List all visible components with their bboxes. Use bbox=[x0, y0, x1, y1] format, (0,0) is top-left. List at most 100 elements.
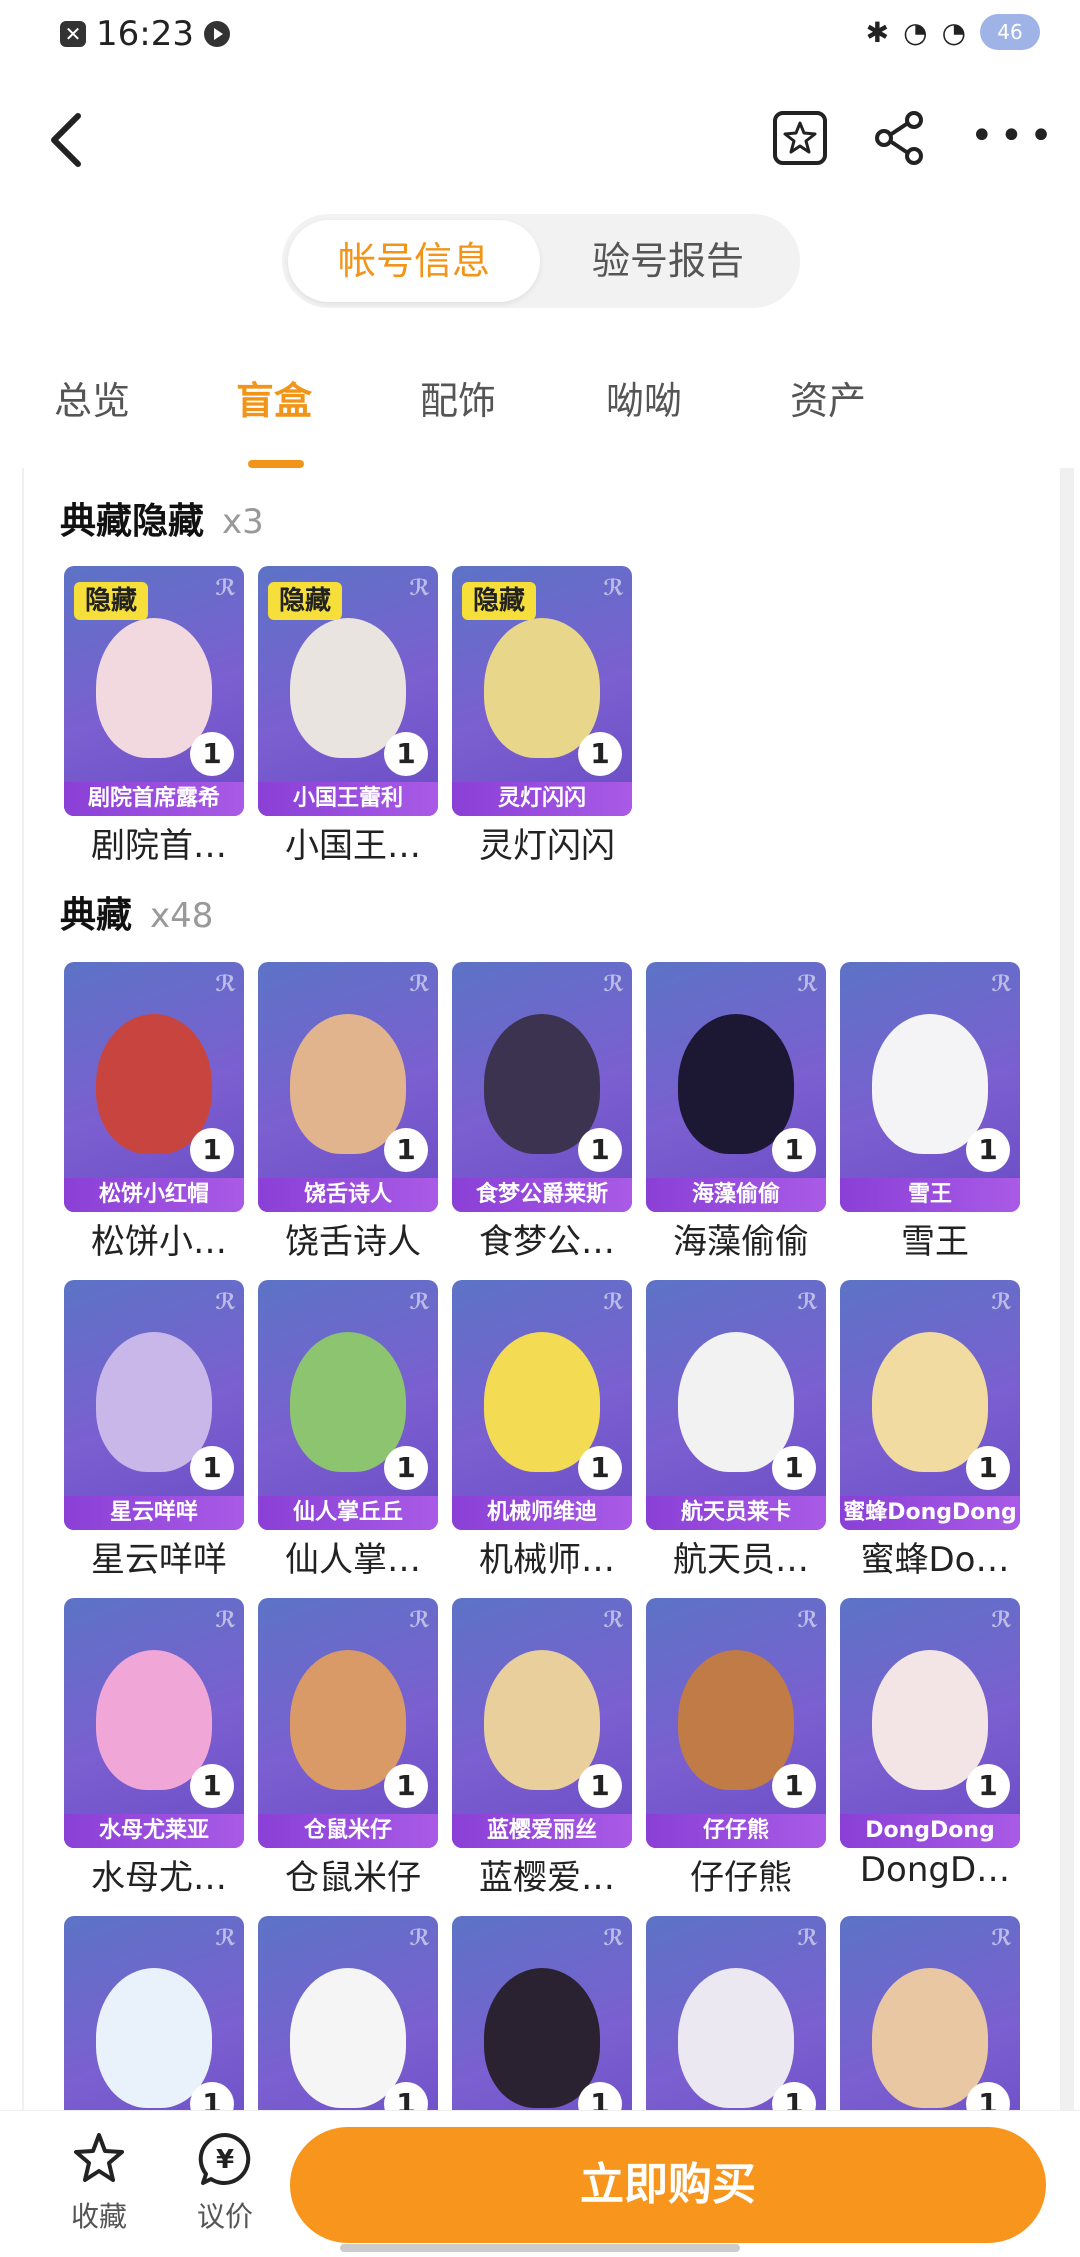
quantity-badge: 1 bbox=[578, 1764, 622, 1808]
star-icon bbox=[74, 2133, 124, 2182]
item-name: 蜜蜂Do… bbox=[860, 1540, 1010, 1580]
brand-logo-icon: ℛ bbox=[215, 1608, 236, 1633]
blind-box-thumbnail: ℛ 隐藏 1 小国王蕾利 bbox=[258, 566, 438, 816]
share-icon[interactable] bbox=[870, 108, 930, 168]
brand-logo-icon: ℛ bbox=[409, 1608, 430, 1633]
blind-box-thumbnail: ℛ1 bbox=[840, 1916, 1020, 2120]
name-ribbon: 仓鼠米仔 bbox=[258, 1814, 438, 1848]
brand-logo-icon: ℛ bbox=[603, 1926, 624, 1951]
brand-logo-icon: ℛ bbox=[409, 1290, 430, 1315]
item-name: 仓鼠米仔 bbox=[285, 1858, 421, 1898]
blind-box-thumbnail: ℛ1 bbox=[452, 1916, 632, 2120]
figure-image bbox=[484, 1014, 600, 1154]
home-indicator bbox=[340, 2244, 740, 2252]
buy-now-button[interactable]: 立即购买 bbox=[290, 2127, 1046, 2243]
segment-verify-report[interactable]: 验号报告 bbox=[542, 220, 794, 302]
favorite-button[interactable]: 收藏 bbox=[54, 2131, 144, 2235]
blind-box-card[interactable]: ℛ 隐藏 1 灵灯闪闪 灵灯闪闪 bbox=[452, 566, 632, 867]
figure-image bbox=[96, 618, 212, 758]
blind-box-thumbnail: ℛ 1 仓鼠米仔 bbox=[258, 1598, 438, 1848]
item-name: 机械师… bbox=[479, 1540, 615, 1580]
name-ribbon: 饶舌诗人 bbox=[258, 1178, 438, 1212]
item-name: 饶舌诗人 bbox=[285, 1222, 421, 1262]
blind-box-card[interactable]: ℛ 1 蓝樱爱丽丝 蓝樱爱… bbox=[452, 1598, 632, 1899]
brand-logo-icon: ℛ bbox=[991, 1290, 1012, 1315]
blind-box-card[interactable]: ℛ 隐藏 1 剧院首席露希 剧院首… bbox=[64, 566, 244, 867]
name-ribbon: 雪王 bbox=[840, 1178, 1020, 1212]
blind-box-card[interactable]: ℛ 1 雪王 雪王 bbox=[840, 962, 1020, 1263]
section-count: x3 bbox=[222, 502, 264, 542]
name-ribbon: 蓝樱爱丽丝 bbox=[452, 1814, 632, 1848]
blind-box-thumbnail: ℛ 1 航天员莱卡 bbox=[646, 1280, 826, 1530]
item-name: 星云咩咩 bbox=[91, 1540, 227, 1580]
blind-box-list[interactable]: 典藏隐藏 x3 ℛ 隐藏 1 剧院首席露希 剧院首… ℛ 隐藏 1 小国王蕾利 小国王… ℛ 隐藏 1 灵灯… bbox=[22, 468, 1074, 2120]
tab-blind-box[interactable]: 盲盒 bbox=[236, 370, 312, 425]
blind-box-card[interactable]: ℛ 1 海藻偷偷 海藻偷偷 bbox=[646, 962, 826, 1263]
item-name: DongD… bbox=[859, 1850, 1011, 1890]
blind-box-thumbnail: ℛ 1 雪王 bbox=[840, 962, 1020, 1212]
blind-box-card[interactable]: ℛ 1 仓鼠米仔 仓鼠米仔 bbox=[258, 1598, 438, 1899]
quantity-badge: 1 bbox=[578, 1128, 622, 1172]
blind-box-card[interactable]: ℛ 1 航天员莱卡 航天员… bbox=[646, 1280, 826, 1581]
blind-box-card[interactable]: ℛ 1 松饼小红帽 松饼小… bbox=[64, 962, 244, 1263]
item-name: 仔仔熊 bbox=[690, 1858, 792, 1898]
tab-youyou[interactable]: 呦呦 bbox=[606, 370, 682, 425]
status-time: 16:23 bbox=[96, 14, 194, 54]
bargain-label: 议价 bbox=[196, 2200, 253, 2233]
blind-box-thumbnail: ℛ 1 DongDong bbox=[840, 1598, 1020, 1848]
tab-overview[interactable]: 总览 bbox=[54, 370, 130, 425]
bargain-button[interactable]: ¥ 议价 bbox=[180, 2131, 270, 2235]
quantity-badge: 1 bbox=[966, 1446, 1010, 1490]
blind-box-card[interactable]: ℛ 1 饶舌诗人 饶舌诗人 bbox=[258, 962, 438, 1263]
more-icon[interactable]: ••• bbox=[970, 116, 1053, 186]
blind-box-card[interactable]: ℛ1 bbox=[840, 1916, 1020, 2120]
figure-image bbox=[678, 1014, 794, 1154]
blind-box-card[interactable]: ℛ 1 机械师维迪 机械师… bbox=[452, 1280, 632, 1581]
star-icon[interactable] bbox=[770, 108, 830, 168]
blind-box-card[interactable]: ℛ1 bbox=[64, 1916, 244, 2120]
name-ribbon: 剧院首席露希 bbox=[64, 782, 244, 816]
blind-box-thumbnail: ℛ 1 松饼小红帽 bbox=[64, 962, 244, 1212]
figure-image bbox=[96, 1332, 212, 1472]
blind-box-card[interactable]: ℛ1 bbox=[452, 1916, 632, 2120]
name-ribbon: 水母尤莱亚 bbox=[64, 1814, 244, 1848]
item-name: 海藻偷偷 bbox=[673, 1222, 809, 1262]
blind-box-thumbnail: ℛ 1 食梦公爵莱斯 bbox=[452, 962, 632, 1212]
figure-image bbox=[678, 1968, 794, 2108]
brand-logo-icon: ℛ bbox=[603, 1290, 624, 1315]
blind-box-card[interactable]: ℛ 1 食梦公爵莱斯 食梦公… bbox=[452, 962, 632, 1263]
blind-box-card[interactable]: ℛ 1 仙人掌丘丘 仙人掌… bbox=[258, 1280, 438, 1581]
segment-account-info[interactable]: 帐号信息 bbox=[288, 220, 540, 302]
name-ribbon: 小国王蕾利 bbox=[258, 782, 438, 816]
signal-icon: ◔ bbox=[941, 15, 966, 49]
brand-logo-icon: ℛ bbox=[991, 972, 1012, 997]
brand-logo-icon: ℛ bbox=[409, 576, 430, 601]
quantity-badge: 1 bbox=[384, 1446, 428, 1490]
blind-box-card[interactable]: ℛ1 bbox=[646, 1916, 826, 2120]
quantity-badge: 1 bbox=[966, 1764, 1010, 1808]
blind-box-card[interactable]: ℛ 1 水母尤莱亚 水母尤… bbox=[64, 1598, 244, 1899]
yuan-symbol: ¥ bbox=[216, 2145, 234, 2175]
blind-box-card[interactable]: ℛ 1 星云咩咩 星云咩咩 bbox=[64, 1280, 244, 1581]
name-ribbon: 海藻偷偷 bbox=[646, 1178, 826, 1212]
name-ribbon: 仙人掌丘丘 bbox=[258, 1496, 438, 1530]
brand-logo-icon: ℛ bbox=[409, 1926, 430, 1951]
quantity-badge: 1 bbox=[190, 1128, 234, 1172]
figure-image bbox=[484, 618, 600, 758]
blind-box-card[interactable]: ℛ 1 蜜蜂DongDong 蜜蜂Do… bbox=[840, 1280, 1020, 1581]
blind-box-thumbnail: ℛ1 bbox=[258, 1916, 438, 2120]
tab-accessories[interactable]: 配饰 bbox=[420, 370, 496, 425]
quantity-badge: 1 bbox=[772, 1128, 816, 1172]
blind-box-card[interactable]: ℛ 1 DongDong DongD… bbox=[840, 1598, 1020, 1890]
chevron-left-icon[interactable] bbox=[40, 108, 100, 172]
brand-logo-icon: ℛ bbox=[797, 972, 818, 997]
blind-box-card[interactable]: ℛ 1 仔仔熊 仔仔熊 bbox=[646, 1598, 826, 1899]
figure-image bbox=[96, 1650, 212, 1790]
battery-indicator: 46 bbox=[980, 14, 1040, 50]
blind-box-thumbnail: ℛ 1 饶舌诗人 bbox=[258, 962, 438, 1212]
figure-image bbox=[484, 1650, 600, 1790]
figure-image bbox=[290, 1968, 406, 2108]
blind-box-card[interactable]: ℛ 隐藏 1 小国王蕾利 小国王… bbox=[258, 566, 438, 867]
tab-assets[interactable]: 资产 bbox=[790, 370, 866, 425]
blind-box-card[interactable]: ℛ1 bbox=[258, 1916, 438, 2120]
